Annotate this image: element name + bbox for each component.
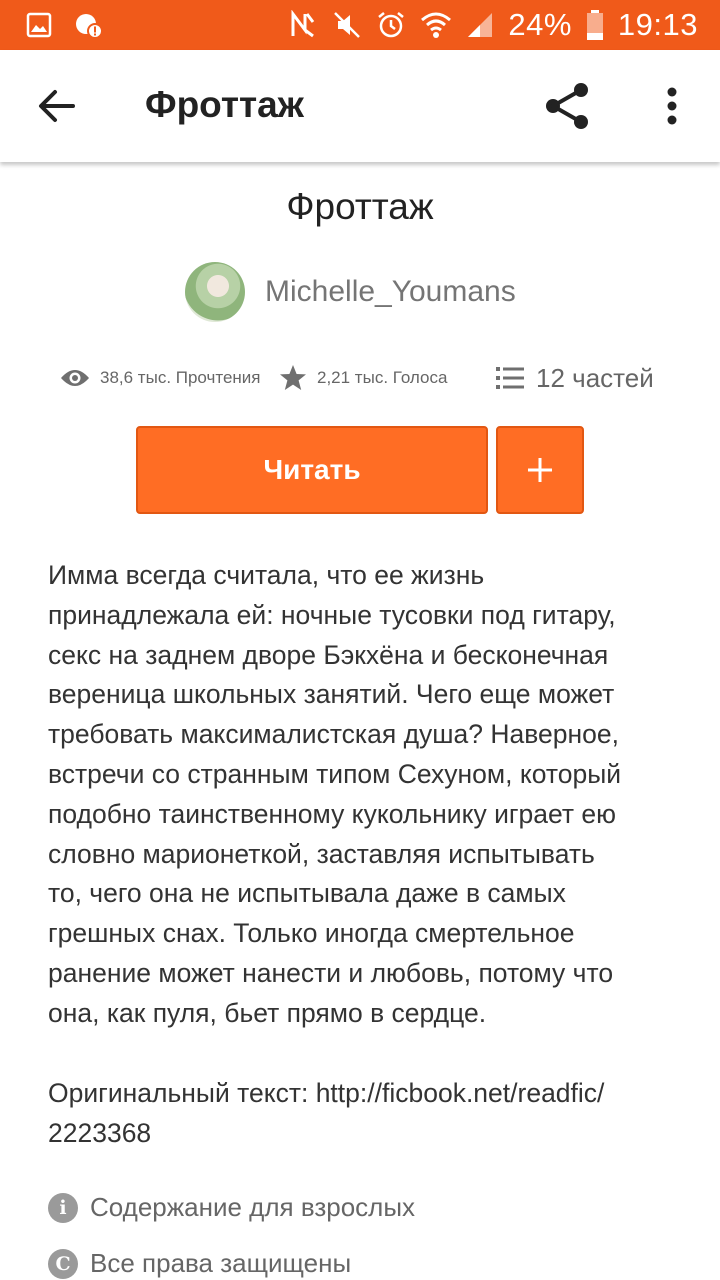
author-name[interactable]: Michelle_Youmans bbox=[265, 275, 516, 309]
copyright-label: Все права защищены bbox=[90, 1248, 352, 1278]
avatar[interactable] bbox=[185, 262, 245, 322]
info-icon: i bbox=[48, 1192, 78, 1223]
status-bar-right: 24% 19:13 bbox=[288, 4, 698, 46]
shield-alert-icon bbox=[76, 14, 103, 39]
signal-icon bbox=[468, 13, 493, 37]
more-vert-icon bbox=[667, 87, 677, 125]
copyright-icon: C bbox=[48, 1248, 78, 1279]
reads-count: 38,6 тыс. Прочтения bbox=[100, 368, 261, 387]
story-stats: 38,6 тыс. Прочтения 2,21 тыс. Голоса 12 … bbox=[60, 356, 670, 400]
more-options-button[interactable] bbox=[650, 78, 694, 134]
add-to-library-button[interactable] bbox=[496, 426, 584, 514]
back-button[interactable] bbox=[30, 80, 82, 132]
stat-reads: 38,6 тыс. Прочтения bbox=[60, 356, 261, 400]
status-bar: 24% 19:13 bbox=[0, 0, 720, 50]
app-bar-title: Фроттаж bbox=[145, 84, 304, 125]
gallery-icon bbox=[26, 12, 52, 38]
eye-icon bbox=[61, 370, 89, 386]
share-icon bbox=[546, 83, 588, 129]
copyright-row: C Все права защищены bbox=[48, 1248, 351, 1279]
battery-percent: 24% bbox=[508, 7, 572, 42]
app-bar: Фроттаж bbox=[0, 50, 720, 162]
status-bar-left bbox=[26, 10, 104, 40]
original-text-link[interactable]: Оригинальный текст: http://ficbook.net/r… bbox=[48, 1074, 678, 1154]
nfc-icon bbox=[291, 10, 315, 38]
story-description: Имма всегда считала, что ее жизнь принад… bbox=[48, 560, 622, 1028]
star-icon bbox=[280, 365, 306, 390]
read-button[interactable]: Читать bbox=[136, 426, 488, 514]
author-link[interactable]: Michelle_Youmans bbox=[185, 262, 516, 322]
list-icon bbox=[496, 367, 524, 389]
stat-parts[interactable]: 12 частей bbox=[496, 356, 654, 400]
plus-icon bbox=[528, 458, 552, 482]
wifi-icon bbox=[421, 12, 452, 38]
clock: 19:13 bbox=[617, 7, 698, 42]
alarm-icon bbox=[378, 12, 405, 38]
mute-icon bbox=[334, 12, 361, 38]
story-title: Фроттаж bbox=[286, 186, 434, 227]
back-arrow-icon bbox=[39, 90, 75, 122]
votes-count: 2,21 тыс. Голоса bbox=[317, 368, 448, 387]
battery-icon bbox=[586, 10, 603, 40]
mature-content-row: i Содержание для взрослых bbox=[48, 1192, 415, 1223]
parts-count[interactable]: 12 частей bbox=[536, 363, 654, 394]
share-button[interactable] bbox=[540, 78, 596, 134]
stat-votes: 2,21 тыс. Голоса bbox=[279, 356, 447, 400]
mature-content-label: Содержание для взрослых bbox=[90, 1192, 416, 1222]
